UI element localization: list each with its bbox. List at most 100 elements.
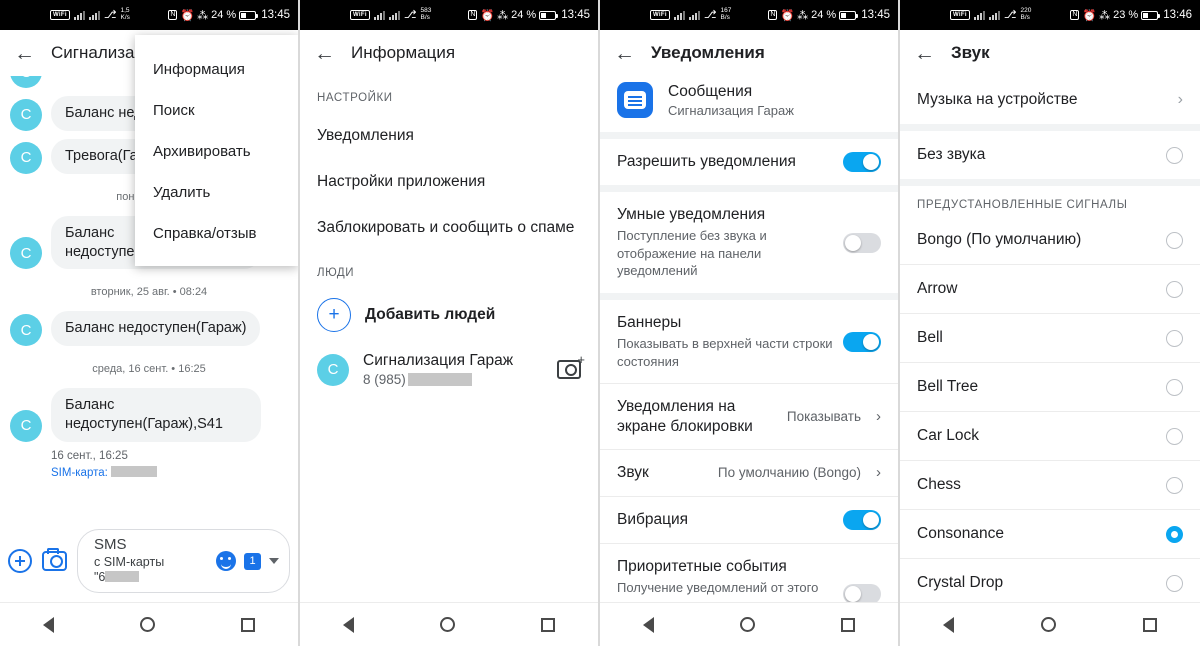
sound-row-tone[interactable]: Bell [900, 313, 1200, 362]
menu-item-help[interactable]: Справка/отзыв [135, 213, 298, 254]
pref-text: Звук [617, 463, 708, 482]
radio-tone[interactable] [1166, 378, 1183, 396]
status-left-1: WiFi ⎇ 1,5 K/s [50, 7, 130, 22]
screen-sound: WiFi ⎇ 220 B/s N ⏰ ⁂ 23 % 13:46 ← Звук М… [900, 0, 1200, 646]
nav-recents-icon[interactable] [1142, 617, 1157, 632]
settings-item-block-spam[interactable]: Заблокировать и сообщить о спаме [300, 205, 598, 251]
network-speed: 167 B/s [720, 7, 732, 22]
message-row[interactable]: C Баланс недоступен(Гараж) [0, 307, 298, 350]
message-row[interactable]: C Баланс недоступен(Гараж),S41 [0, 384, 298, 446]
pref-title: Разрешить уведомления [617, 153, 796, 171]
wifi-icon: ⎇ [703, 8, 717, 21]
toggle-allow-notifications[interactable] [843, 152, 881, 172]
back-icon[interactable]: ← [614, 43, 635, 64]
bluetooth-icon: ⁂ [497, 9, 509, 22]
battery-percent: 24 % [211, 9, 237, 21]
pref-banners[interactable]: Баннеры Показывать в верхней части строк… [600, 300, 898, 383]
nav-recents-icon[interactable] [241, 617, 255, 632]
add-people-row[interactable]: + Добавить людей [300, 288, 598, 342]
signal-bars-icon-1 [673, 10, 685, 20]
chevron-down-icon[interactable] [269, 558, 279, 564]
nav-back-icon[interactable] [643, 616, 654, 633]
nfc-icon: N [468, 9, 478, 21]
contact-info: Сигнализация Гараж 8 (985) [363, 352, 513, 387]
radio-silent[interactable] [1166, 146, 1183, 164]
back-icon[interactable]: ← [314, 43, 335, 64]
nav-home-icon[interactable] [440, 617, 455, 632]
radio-tone[interactable] [1166, 231, 1183, 249]
nav-back-icon[interactable] [43, 616, 54, 633]
toggle-vibration[interactable] [843, 509, 881, 530]
menu-item-search[interactable]: Поиск [135, 90, 298, 131]
avatar: C [10, 314, 42, 347]
net-speed-unit: K/s [120, 14, 130, 21]
nav-recents-icon[interactable] [841, 617, 855, 632]
toggle-banners[interactable] [843, 331, 881, 352]
radio-tone[interactable] [1166, 427, 1183, 445]
sound-row-tone-selected[interactable]: Consonance [900, 509, 1200, 558]
message-bubble[interactable]: Баланс недоступен(Гараж),S41 [51, 388, 261, 442]
sound-row-device-music[interactable]: Музыка на устройстве › [900, 76, 1200, 124]
add-photo-icon[interactable]: + [557, 352, 585, 379]
sound-row-tone[interactable]: Bongo (По умолчанию) [900, 216, 1200, 264]
menu-item-delete[interactable]: Удалить [135, 172, 298, 213]
nav-home-icon[interactable] [740, 617, 755, 632]
radio-tone[interactable] [1166, 280, 1183, 298]
chevron-right-icon[interactable]: › [876, 408, 881, 425]
contact-row[interactable]: C Сигнализация Гараж 8 (985) + [300, 342, 598, 397]
avatar: C [10, 141, 42, 174]
nav-home-icon[interactable] [140, 617, 155, 632]
status-bar-4: WiFi ⎇ 220 B/s N ⏰ ⁂ 23 % 13:46 [900, 0, 1200, 30]
settings-item-notifications[interactable]: Уведомления [300, 113, 598, 159]
sound-row-tone[interactable]: Arrow [900, 264, 1200, 313]
camera-icon[interactable] [42, 548, 67, 571]
app-header: Сообщения Сигнализация Гараж [600, 76, 898, 132]
settings-item-app-settings[interactable]: Настройки приложения [300, 159, 598, 205]
bluetooth-icon: ⁂ [197, 9, 209, 22]
section-divider [900, 124, 1200, 131]
nav-home-icon[interactable] [1040, 617, 1056, 632]
signal-bars-icon-2 [388, 10, 400, 20]
app-subtitle: Сигнализация Гараж [668, 102, 794, 118]
sound-row-tone[interactable]: Chess [900, 460, 1200, 509]
back-icon[interactable]: ← [914, 43, 935, 64]
nav-back-icon[interactable] [943, 616, 955, 633]
section-divider [900, 179, 1200, 186]
sound-row-tone[interactable]: Car Lock [900, 411, 1200, 460]
toggle-smart-notifications[interactable] [843, 232, 881, 253]
attach-plus-icon[interactable] [8, 549, 32, 573]
redacted-sim-value [111, 465, 158, 477]
pref-lockscreen-notifications[interactable]: Уведомления на экране блокировки Показыв… [600, 383, 898, 449]
app-bar-info: ← Информация [300, 30, 598, 76]
sim-selector-badge[interactable]: 1 [244, 552, 261, 570]
nav-recents-icon[interactable] [541, 617, 555, 632]
pref-allow-notifications[interactable]: Разрешить уведомления [600, 139, 898, 185]
nfc-icon: N [1070, 9, 1080, 21]
back-icon[interactable]: ← [14, 43, 35, 64]
radio-tone[interactable] [1166, 574, 1183, 592]
sms-input[interactable]: SMS с SIM-карты "6 1 [77, 529, 290, 593]
chevron-right-icon[interactable]: › [876, 464, 881, 481]
sound-row-silent[interactable]: Без звука [900, 131, 1200, 179]
radio-tone-selected[interactable] [1166, 525, 1183, 543]
radio-tone[interactable] [1166, 476, 1183, 494]
menu-item-archive[interactable]: Архивировать [135, 131, 298, 172]
pref-vibration[interactable]: Вибрация [600, 495, 898, 543]
radio-tone[interactable] [1166, 329, 1183, 347]
overflow-menu[interactable]: Информация Поиск Архивировать Удалить Сп… [135, 35, 298, 266]
emoji-icon[interactable] [216, 551, 236, 571]
chevron-right-icon[interactable]: › [1178, 91, 1183, 109]
page-title: Сигнализа [51, 43, 135, 62]
pref-text: Баннеры Показывать в верхней части строк… [617, 313, 833, 370]
battery-percent: 24 % [511, 9, 537, 21]
message-bubble[interactable]: Баланс недоступен(Гараж) [51, 311, 261, 347]
nav-back-icon[interactable] [343, 616, 354, 633]
net-speed-unit: B/s [720, 14, 730, 21]
sound-label: Crystal Drop [917, 574, 1004, 591]
pref-sound[interactable]: Звук По умолчанию (Bongo) › [600, 449, 898, 495]
menu-item-info[interactable]: Информация [135, 49, 298, 90]
clock: 13:46 [1163, 9, 1192, 21]
pref-smart-notifications[interactable]: Умные уведомления Поступление без звука … [600, 192, 898, 293]
sound-row-tone[interactable]: Crystal Drop [900, 558, 1200, 607]
sound-row-tone[interactable]: Bell Tree [900, 362, 1200, 411]
